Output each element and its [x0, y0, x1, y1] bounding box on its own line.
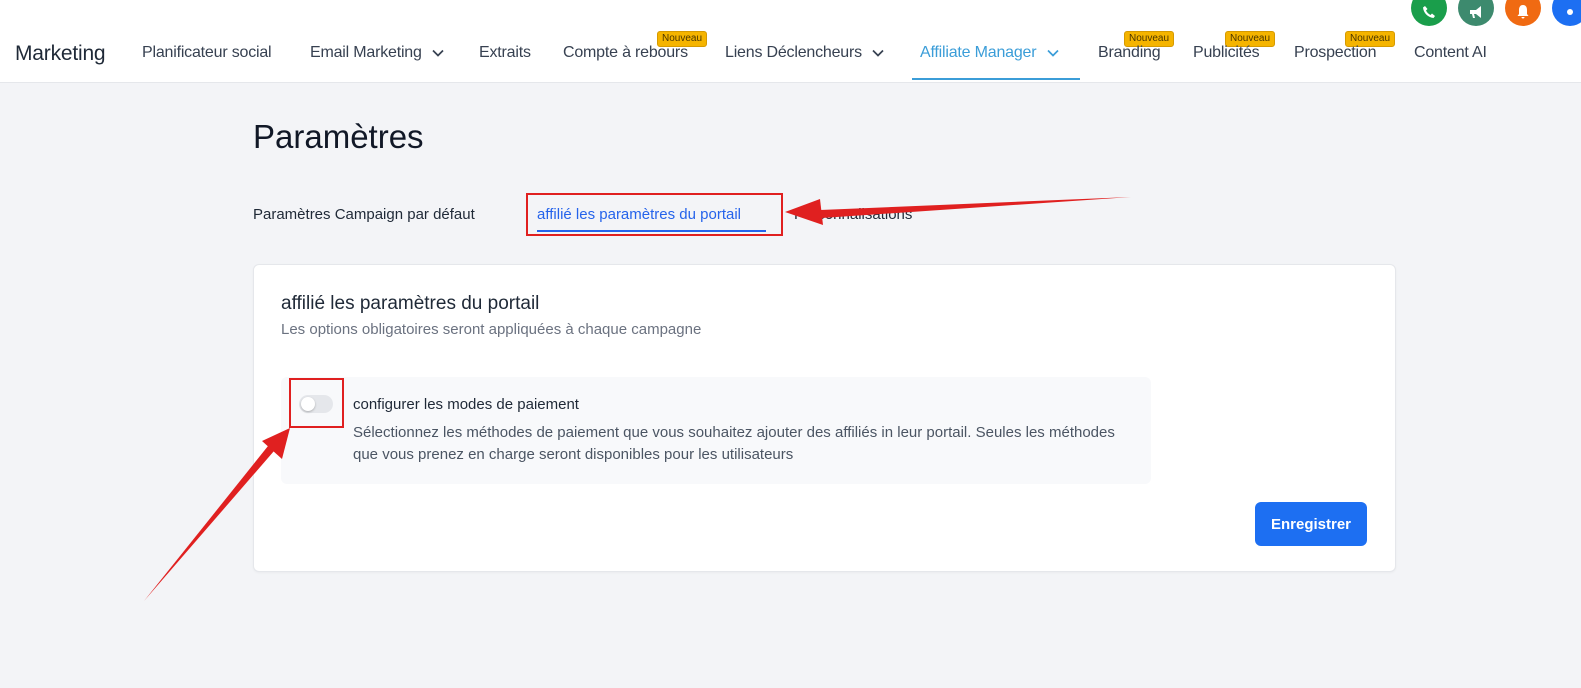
nav-item-label: Email Marketing	[310, 44, 422, 61]
annotation-highlight-box	[526, 193, 783, 236]
nav-item-label: Compte à rebours	[563, 44, 688, 61]
option-description: Sélectionnez les méthodes de paiement qu…	[353, 424, 1115, 463]
payment-modes-option: configurer les modes de paiement Sélecti…	[281, 377, 1151, 484]
chevron-down-icon	[872, 49, 884, 57]
help-icon	[1567, 9, 1573, 15]
nav-item-planificateur-social[interactable]: Planificateur social	[142, 44, 272, 62]
nav-item-label: Prospection	[1294, 44, 1377, 61]
nav-item-prospection[interactable]: Prospection	[1294, 44, 1376, 62]
tab-label: Paramètres Campaign par défaut	[253, 206, 475, 223]
tab-personnalisations[interactable]: Personnalisations	[794, 206, 912, 223]
nav-item-affiliate-manager[interactable]: Affiliate Manager	[920, 44, 1059, 62]
megaphone-button[interactable]	[1458, 0, 1494, 26]
page-title: Paramètres	[253, 118, 424, 155]
brand-title: Marketing	[15, 42, 106, 65]
phone-button[interactable]	[1411, 0, 1447, 26]
chevron-down-icon	[432, 49, 444, 57]
nav-item-publicites[interactable]: Publicités	[1193, 44, 1260, 62]
nav-item-branding[interactable]: Branding	[1098, 44, 1161, 62]
nav-item-content-ai[interactable]: Content AI	[1414, 44, 1487, 62]
notifications-button[interactable]	[1505, 0, 1541, 26]
nav-item-email-marketing[interactable]: Email Marketing	[310, 44, 444, 62]
nav-item-label: Publicités	[1193, 44, 1260, 61]
bell-icon	[1517, 5, 1529, 19]
option-title: configurer les modes de paiement	[353, 396, 579, 413]
nav-item-label: Liens Déclencheurs	[725, 44, 862, 61]
nav-item-label: Branding	[1098, 44, 1161, 61]
chevron-down-icon	[1047, 49, 1059, 57]
tab-label: Personnalisations	[794, 206, 913, 223]
card-title: affilié les paramètres du portail	[281, 293, 540, 314]
nav-item-label: Affiliate Manager	[920, 44, 1037, 61]
nav-item-compte-a-rebours[interactable]: Compte à rebours	[563, 44, 688, 62]
save-button[interactable]: Enregistrer	[1255, 502, 1367, 546]
nav-item-liens-declencheurs[interactable]: Liens Déclencheurs	[725, 44, 884, 62]
nav-item-label: Extraits	[479, 44, 531, 61]
phone-icon	[1423, 6, 1435, 18]
top-nav-bar: Marketing Planificateur social Email Mar…	[0, 0, 1581, 83]
megaphone-icon	[1470, 6, 1481, 18]
nav-item-label: Content AI	[1414, 44, 1487, 61]
card-subtitle: Les options obligatoires seront appliqué…	[281, 321, 702, 338]
help-button[interactable]	[1552, 0, 1581, 26]
tab-parametres-campaign[interactable]: Paramètres Campaign par défaut	[253, 206, 475, 223]
active-nav-indicator	[912, 78, 1080, 80]
nav-item-extraits[interactable]: Extraits	[479, 44, 531, 62]
annotation-highlight-box	[289, 378, 344, 428]
nav-item-label: Planificateur social	[142, 44, 272, 61]
portal-settings-card: affilié les paramètres du portail Les op…	[253, 264, 1396, 572]
